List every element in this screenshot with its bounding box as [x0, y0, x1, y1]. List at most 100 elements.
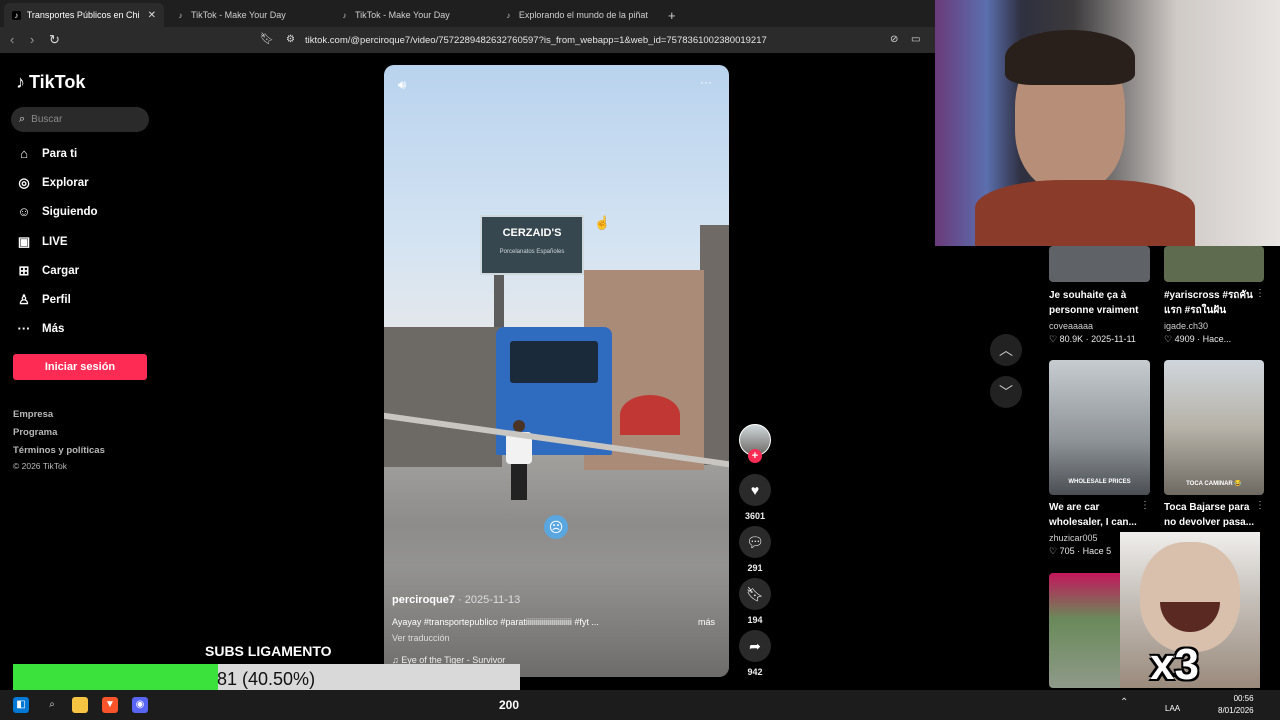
card-options-icon[interactable]: ⋮ — [1255, 500, 1265, 511]
login-button[interactable]: Iniciar sesión — [13, 354, 147, 380]
card-thumbnail[interactable] — [1049, 246, 1150, 282]
footer-empresa[interactable]: Empresa — [13, 409, 53, 420]
video-caption: Ayayay #transportepublico #paratiiiiiiii… — [392, 617, 599, 627]
next-video-button[interactable]: ﹀ — [990, 376, 1022, 408]
tiktok-logo[interactable]: ♪ TikTok — [16, 72, 85, 93]
card-options-icon[interactable]: ⋮ — [1140, 500, 1150, 511]
comment-icon: 💬︎ — [739, 526, 771, 558]
nav-label: Siguiendo — [42, 205, 98, 218]
taskbar-counter: 200 — [499, 698, 520, 712]
tiktok-note-icon: ♪ — [16, 72, 25, 92]
card-thumbnail[interactable]: TOCA CAMINAR 😂 — [1164, 360, 1264, 495]
outlook-icon[interactable]: ◧ — [13, 697, 29, 713]
tab-transportes[interactable]: ♪ Transportes Públicos en Chile ✕ — [4, 3, 164, 27]
nav-label: Más — [42, 322, 65, 335]
comment-count: 291 — [747, 563, 763, 573]
browser-tab-bar: ♪ Transportes Públicos en Chile ✕ ♪ TikT… — [0, 0, 935, 27]
nav-label: Explorar — [42, 177, 89, 189]
streamer-hair — [1005, 30, 1135, 85]
tab-label: TikTok - Make Your Day — [355, 10, 450, 20]
tray-expand-icon[interactable]: ⌃ — [1120, 697, 1128, 708]
tiktok-favicon-icon: ♪ — [12, 10, 21, 20]
share-icon: ➦ — [739, 630, 771, 662]
like-button[interactable]: ♥ 3601 — [739, 474, 771, 521]
nav-cargar[interactable]: ⊞ Cargar — [16, 263, 80, 279]
tracking-icon[interactable]: ⊘ — [890, 34, 898, 45]
forward-icon[interactable]: › — [30, 32, 34, 47]
streamer-webcam — [935, 0, 1280, 246]
tab-pinata[interactable]: ♪ Explorando el mundo de la piñata en — [496, 3, 656, 27]
video-player[interactable]: CERZAID'S Porcelanatos Españoles ☹ 🔊︎ ··… — [384, 65, 729, 677]
language-indicator[interactable]: LAA — [1165, 704, 1180, 713]
card-likes: ♡ 80.9K — [1049, 334, 1084, 344]
home-icon: ⌂ — [20, 146, 28, 161]
clock-time: 00:56 — [1233, 694, 1254, 703]
save-button[interactable]: 🔖︎ 194 — [739, 578, 771, 625]
reload-icon[interactable]: ↻ — [49, 32, 60, 48]
card-title[interactable]: #yariscross #รถคัน แรก #รถในฝัน — [1164, 288, 1253, 318]
cast-icon[interactable]: ▭ — [911, 34, 920, 45]
like-count: 3601 — [744, 511, 766, 521]
upload-icon: ⊞ — [18, 263, 30, 278]
tab-label: Transportes Públicos en Chile — [26, 10, 140, 20]
nav-siguiendo[interactable]: ☺ Siguiendo — [16, 204, 98, 219]
file-explorer-icon[interactable] — [72, 697, 88, 713]
bookmark-icon[interactable]: 🔖︎ — [260, 32, 274, 45]
tiktok-favicon-icon: ♪ — [342, 10, 347, 20]
tab-label: Explorando el mundo de la piñata en — [518, 10, 648, 20]
card-title[interactable]: We are car wholesaler, I can... — [1049, 500, 1137, 530]
taskbar-clock[interactable]: 00:56 8/01/2026 — [1218, 693, 1254, 717]
tab-tiktok-2[interactable]: ♪ TikTok - Make Your Day — [332, 3, 492, 27]
card-thumbnail[interactable]: WHOLESALE PRICES — [1049, 360, 1150, 495]
card-thumbnail[interactable] — [1164, 246, 1264, 282]
close-tab-icon[interactable]: ✕ — [148, 10, 156, 21]
card-title[interactable]: Toca Bajarse para no devolver pasa... — [1164, 500, 1254, 530]
footer-terminos[interactable]: Términos y políticas — [13, 445, 105, 456]
footer-copyright: © 2026 TikTok — [13, 461, 67, 471]
tab-label: TikTok - Make Your Day — [191, 10, 286, 20]
video-options-icon[interactable]: ··· — [700, 75, 712, 89]
card-user[interactable]: igade.ch30 — [1164, 321, 1208, 331]
billboard-subtext: Porcelanatos Españoles — [499, 249, 565, 255]
card-title[interactable]: Je souhaite ça à personne vraiment — [1049, 288, 1138, 318]
card-user[interactable]: coveaaaaa — [1049, 321, 1093, 331]
following-icon: ☺ — [17, 204, 31, 219]
discord-icon[interactable]: ◉ — [132, 697, 148, 713]
compass-icon: ◎ — [18, 175, 30, 190]
volume-icon[interactable]: 🔊︎ — [398, 77, 406, 93]
author-avatar[interactable]: + — [739, 424, 771, 463]
more-link[interactable]: más — [698, 617, 715, 627]
new-tab-button[interactable]: + — [660, 3, 684, 27]
comment-button[interactable]: 💬︎ 291 — [739, 526, 771, 573]
nav-explorar[interactable]: ◎ Explorar — [16, 175, 89, 191]
video-author[interactable]: perciroque7 · 2025-11-13 — [392, 594, 520, 606]
brave-browser-icon[interactable]: ▼ — [102, 697, 118, 713]
nav-perfil[interactable]: ♙ Perfil — [16, 292, 71, 308]
card-user[interactable]: zhuzicar005 — [1049, 533, 1098, 543]
tab-tiktok-1[interactable]: ♪ TikTok - Make Your Day — [168, 3, 328, 27]
search-taskbar-icon[interactable]: ⌕ — [44, 697, 60, 713]
new-tab-icon: + — [668, 7, 676, 23]
card-options-icon[interactable]: ⋮ — [1255, 288, 1265, 299]
url-field[interactable]: tiktok.com/@perciroque7/video/7572289482… — [305, 35, 767, 46]
billboard-pole — [494, 275, 504, 335]
search-input[interactable]: ⌕ Buscar — [11, 107, 149, 132]
tiktok-favicon-icon: ♪ — [506, 10, 511, 20]
nav-mas[interactable]: ··· Más — [16, 321, 65, 336]
nav-live[interactable]: ▣ LIVE — [16, 234, 68, 250]
share-button[interactable]: ➦ 942 — [739, 630, 771, 677]
save-count: 194 — [747, 615, 763, 625]
nav-para-ti[interactable]: ⌂ Para ti — [16, 146, 77, 161]
site-info-icon[interactable]: ⚙ — [286, 34, 295, 45]
follow-plus-icon[interactable]: + — [748, 449, 762, 463]
card-likes: ♡ 4909 — [1164, 334, 1195, 344]
address-bar: ‹ › ↻ 🔖︎ ⚙ tiktok.com/@perciroque7/video… — [0, 27, 935, 53]
author-name[interactable]: perciroque7 — [392, 594, 455, 606]
back-icon[interactable]: ‹ — [10, 32, 14, 47]
billboard: CERZAID'S Porcelanatos Españoles — [480, 215, 584, 275]
translate-link[interactable]: Ver traducción — [392, 633, 450, 643]
cursor-icon: ☝ — [594, 215, 611, 230]
previous-video-button[interactable]: ︿ — [990, 334, 1022, 366]
footer-programa[interactable]: Programa — [13, 427, 57, 438]
multiplier-text: x3 — [1150, 640, 1199, 689]
